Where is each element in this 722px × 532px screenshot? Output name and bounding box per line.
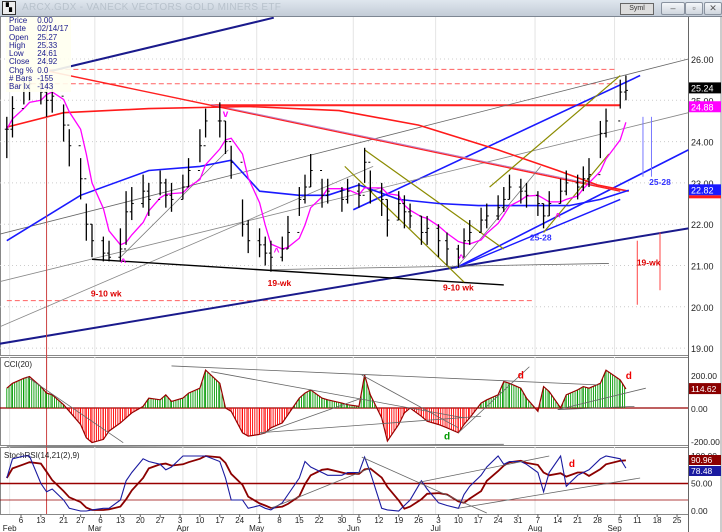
price-annotation: 19-wk: [268, 278, 292, 288]
x-day-label: 24: [235, 516, 244, 525]
cci-last-value: 114.62: [691, 384, 717, 394]
price-annotation: ^: [120, 258, 126, 269]
last-value-badge: 24.88: [689, 101, 721, 113]
last-value-badge: 22.82: [689, 184, 721, 196]
price-tick-label: 21.00: [691, 262, 714, 272]
cci-tick-label: 0.00: [691, 404, 708, 414]
x-month-label: Feb: [3, 524, 17, 532]
x-month-label: Jun: [347, 524, 360, 532]
stochrsi-tick-label: 50.00: [691, 479, 713, 489]
x-day-label: 21: [59, 516, 68, 525]
chart-canvas[interactable]: ^v^^^9-10 wk19-wk 9-10 wk19-wk25-2825-28 …: [0, 0, 722, 532]
cci-tick-label: 200.00: [691, 371, 717, 381]
x-day-label: 27: [76, 516, 85, 525]
cci-annotation: d: [626, 371, 632, 382]
price-tick-label: 19.00: [691, 344, 714, 354]
stochrsi-last-value: 90.96: [691, 455, 713, 465]
x-day-label: 8: [277, 516, 282, 525]
info-panel: Price 0.00 Date 02/14/17 Open 25.27 High…: [6, 16, 72, 92]
price-annotation: 19-wk: [637, 258, 661, 268]
x-day-label: 10: [454, 516, 463, 525]
minimize-icon[interactable]: –: [661, 2, 685, 15]
x-day-label: 19: [394, 516, 403, 525]
x-day-label: 20: [136, 516, 145, 525]
x-month-label: Sep: [607, 524, 622, 532]
window-titlebar[interactable]: ▚ ARCX.GDX - VANECK VECTORS GOLD MINERS …: [0, 0, 722, 17]
x-day-label: 26: [414, 516, 423, 525]
x-day-label: 10: [195, 516, 204, 525]
cci-annotation: d: [444, 431, 450, 442]
stochrsi-tick-label: 0.00: [691, 506, 708, 516]
price-tick-label: 24.00: [691, 138, 714, 148]
x-day-label: 6: [19, 516, 24, 525]
x-day-label: 13: [116, 516, 125, 525]
x-month-label: Mar: [88, 524, 102, 532]
x-day-label: 27: [156, 516, 165, 525]
price-annotation: 9-10 wk: [443, 282, 474, 292]
price-annotation: 25-28: [649, 177, 671, 187]
x-day-label: 17: [474, 516, 483, 525]
window-title: ARCX.GDX - VANECK VECTORS GOLD MINERS ET…: [22, 2, 282, 13]
x-day-label: 22: [315, 516, 324, 525]
x-day-label: 18: [653, 516, 662, 525]
x-month-label: May: [249, 524, 264, 532]
gridlines: [0, 16, 722, 532]
price-tick-label: 26.00: [691, 55, 714, 65]
price-tick-label: 22.00: [691, 220, 714, 230]
cci-tick-label: -200.00: [691, 437, 720, 447]
info-row: Bar Ix -143: [9, 82, 54, 92]
symbol-button[interactable]: Syml: [620, 3, 654, 15]
maximize-icon[interactable]: ▫: [685, 2, 703, 15]
last-value-label: 24.88: [691, 102, 714, 112]
x-month-label: Apr: [177, 524, 190, 532]
x-day-label: 25: [673, 516, 682, 525]
price-annotation: 25-28: [530, 233, 552, 243]
cci-annotation: d: [518, 370, 524, 381]
x-month-label: Jul: [431, 524, 441, 532]
panel-frame: [0, 447, 689, 515]
price-annotation: v: [223, 109, 229, 120]
x-day-label: 11: [633, 516, 642, 525]
x-day-label: 17: [215, 516, 224, 525]
cci-title: CCI(20): [4, 360, 32, 369]
price-annotation: ^: [274, 247, 280, 258]
price-tick-label: 20.00: [691, 303, 714, 313]
x-day-label: 13: [36, 516, 45, 525]
ma-long-badge: [689, 195, 721, 199]
stochrsi-last-value: 78.48: [691, 466, 713, 476]
price-annotation: 9-10 wk: [91, 288, 122, 298]
x-day-label: 28: [593, 516, 602, 525]
x-day-label: 14: [553, 516, 562, 525]
last-value-badge: 25.24: [689, 82, 721, 94]
x-day-label: 24: [494, 516, 503, 525]
app-icon: ▚: [2, 1, 16, 15]
stochrsi-annotation: d: [569, 459, 575, 470]
x-month-label: Aug: [528, 524, 542, 532]
price-annotation: ^: [458, 253, 464, 264]
x-day-label: 12: [374, 516, 383, 525]
last-value-label: 22.82: [691, 185, 714, 195]
x-day-label: 30: [337, 516, 346, 525]
x-day-label: 21: [573, 516, 582, 525]
close-icon[interactable]: ✕: [704, 2, 722, 15]
x-day-label: 15: [295, 516, 304, 525]
x-day-label: 31: [514, 516, 523, 525]
price-annotation: ^: [555, 212, 561, 223]
last-value-label: 25.24: [691, 83, 714, 93]
